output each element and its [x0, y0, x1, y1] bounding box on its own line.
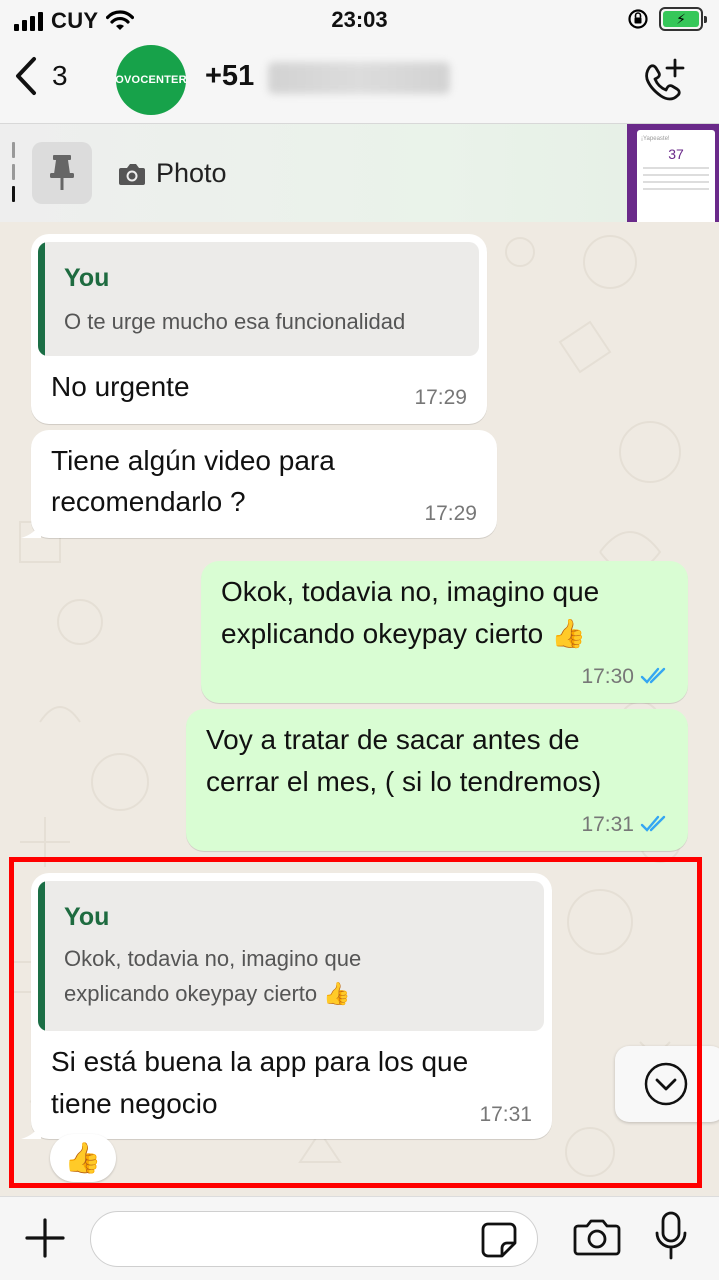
message-bubble-incoming[interactable]: You O te urge mucho esa funcionalidad No… [31, 234, 487, 424]
unread-chats-count: 3 [52, 60, 68, 91]
message-bubble-incoming[interactable]: Tiene algún video para recomendarlo ? 17… [21, 430, 497, 538]
thumbnail-amount: 37 [668, 146, 684, 162]
back-button[interactable]: 3 [14, 56, 68, 96]
chevron-down-icon [644, 1062, 688, 1106]
message-time: 17:31 [581, 813, 634, 836]
quote-text-line: Okok, todavia no, imagino que [64, 946, 362, 971]
message-input[interactable] [90, 1211, 538, 1267]
chat-messages[interactable]: You O te urge mucho esa funcionalidad No… [0, 222, 719, 1196]
quoted-message[interactable]: You Okok, todavia no, imagino que explic… [38, 881, 544, 1031]
charging-bolt-icon: ⚡ [663, 11, 699, 27]
message-text-line: Tiene algún video para [51, 445, 335, 476]
scroll-to-bottom-button[interactable] [615, 1046, 719, 1122]
message-text-line: cerrar el mes, ( si lo tendremos) [206, 766, 602, 797]
message-text-line: explicando okeypay cierto 👍 [221, 618, 586, 649]
status-bar: CUY 23:03 ⚡ [0, 0, 719, 40]
pin-position-indicator [12, 142, 16, 206]
plus-icon[interactable] [24, 1217, 66, 1259]
message-text-line: tiene negocio [51, 1088, 218, 1119]
message-bubble-outgoing[interactable]: Okok, todavia no, imagino que explicando… [201, 561, 688, 703]
message-reaction[interactable]: 👍 [50, 1134, 116, 1182]
quoted-message[interactable]: You O te urge mucho esa funcionalidad [38, 242, 479, 356]
pin-icon [50, 155, 74, 190]
message-text-line: Si está buena la app para los que [51, 1046, 469, 1077]
quote-accent-bar [38, 242, 45, 356]
call-add-icon[interactable] [639, 56, 689, 104]
quote-accent-bar [38, 881, 45, 1031]
pinned-preview: Photo [118, 158, 227, 189]
status-right: ⚡ [627, 7, 707, 31]
quote-text-line: explicando okeypay cierto 👍 [64, 981, 351, 1006]
message-time: 17:31 [479, 1103, 532, 1126]
message-text-line: Okok, todavia no, imagino que [221, 576, 600, 607]
message-text: No urgente [51, 371, 190, 402]
quote-author: You [64, 903, 110, 931]
thumbnail-receipt: ¡Yapeaste! 37 [637, 130, 715, 222]
pinned-message-bar[interactable]: Photo ¡Yapeaste! 37 [0, 124, 719, 222]
chat-header: 3 OVOCENTER +51 [0, 40, 719, 124]
pinned-photo-thumbnail[interactable]: ¡Yapeaste! 37 [627, 124, 719, 222]
clock: 23:03 [331, 7, 388, 32]
mic-icon[interactable] [654, 1211, 688, 1261]
contact-name[interactable]: +51 [205, 60, 254, 93]
back-chevron-icon [16, 57, 36, 95]
message-time: 17:29 [424, 502, 477, 525]
rotation-lock-icon [628, 9, 648, 29]
bubble-tail [21, 522, 41, 538]
quote-author: You [64, 264, 110, 292]
sticker-icon[interactable] [480, 1221, 518, 1259]
avatar-logo-text: OVOCENTER [115, 74, 187, 86]
message-time: 17:30 [581, 665, 634, 688]
composer-bar [0, 1196, 719, 1280]
avatar[interactable]: OVOCENTER [115, 45, 187, 115]
bubble-tail [21, 1123, 41, 1139]
message-text-line: recomendarlo ? [51, 486, 246, 517]
blurred-phone-number [268, 62, 450, 94]
message-text-line: Voy a tratar de sacar antes de [206, 724, 580, 755]
camera-icon[interactable] [573, 1217, 621, 1257]
camera-icon [119, 163, 145, 185]
pinned-preview-label: Photo [156, 158, 227, 188]
pin-button[interactable] [32, 142, 92, 204]
message-bubble-outgoing[interactable]: Voy a tratar de sacar antes de cerrar el… [186, 709, 688, 851]
message-time: 17:29 [414, 386, 467, 409]
double-check-icon [640, 815, 666, 832]
double-check-icon [640, 667, 666, 684]
quote-text: O te urge mucho esa funcionalidad [64, 309, 406, 334]
battery-icon: ⚡ [659, 7, 707, 31]
message-bubble-incoming[interactable]: You Okok, todavia no, imagino que explic… [21, 873, 552, 1139]
